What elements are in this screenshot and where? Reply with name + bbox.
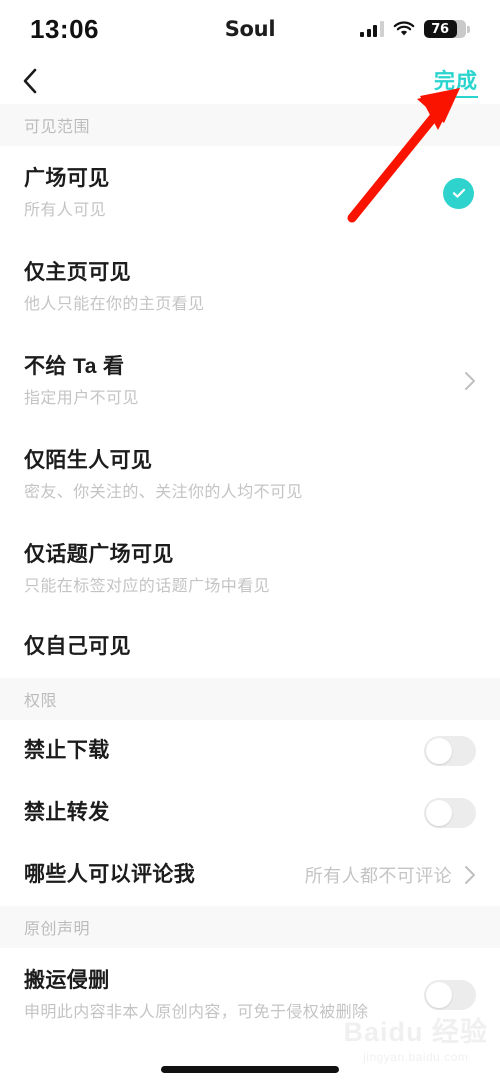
list-item-description: 申明此内容非本人原创内容，可免于侵权被删除 <box>24 1004 369 1022</box>
section-list: 禁止下载禁止转发哪些人可以评论我 所有人都不可评论 <box>0 720 500 906</box>
list-item-texts: 仅话题广场可见只能在标签对应的话题广场中看见 <box>24 542 476 596</box>
list-item[interactable]: 仅自己可见 <box>0 616 500 678</box>
list-item-title: 仅话题广场可见 <box>24 542 174 566</box>
toggle-switch[interactable] <box>424 980 476 1010</box>
list-item-title: 仅陌生人可见 <box>24 448 153 472</box>
list-item-texts: 仅自己可见 <box>24 634 476 660</box>
list-item[interactable]: 禁止转发 <box>0 782 500 844</box>
list-item-description: 所有人可见 <box>24 202 107 220</box>
list-item[interactable]: 仅话题广场可见只能在标签对应的话题广场中看见 <box>0 522 500 616</box>
list-item[interactable]: 广场可见 所有人可见 <box>0 146 500 240</box>
section-header: 可见范围 <box>0 104 500 146</box>
list-item-texts: 禁止转发 <box>24 800 424 826</box>
list-item-texts: 仅陌生人可见密友、你关注的、关注你的人均不可见 <box>24 448 476 502</box>
settings-content: 可见范围广场可见所有人可见仅主页可见他人只能在你的主页看见不给 Ta 看指定用户… <box>0 104 500 1042</box>
list-item-title: 禁止转发 <box>24 800 110 824</box>
battery-icon: 76 <box>423 20 470 38</box>
list-item-texts: 搬运侵删申明此内容非本人原创内容，可免于侵权被删除 <box>24 968 424 1022</box>
list-item-value: 所有人都不可评论 <box>304 866 452 886</box>
list-item-texts: 广场可见 所有人可见 <box>24 166 443 220</box>
list-item[interactable]: 禁止下载 <box>0 720 500 782</box>
list-item-title: 仅自己可见 <box>24 634 131 658</box>
list-item[interactable]: 搬运侵删申明此内容非本人原创内容，可免于侵权被删除 <box>0 948 500 1042</box>
list-item-description: 只能在标签对应的话题广场中看见 <box>24 578 271 596</box>
list-item[interactable]: 仅陌生人可见密友、你关注的、关注你的人均不可见 <box>0 428 500 522</box>
navigation-bar: 完成 <box>0 58 500 104</box>
list-item-description: 密友、你关注的、关注你的人均不可见 <box>24 484 303 502</box>
section-header: 原创声明 <box>0 906 500 948</box>
home-indicator <box>161 1066 339 1073</box>
list-item-title: 广场可见 <box>24 166 110 190</box>
list-item-title: 搬运侵删 <box>24 968 110 992</box>
section-header: 权限 <box>0 678 500 720</box>
chevron-right-icon[interactable] <box>464 371 476 391</box>
list-item-texts: 禁止下载 <box>24 738 424 764</box>
toggle-switch[interactable] <box>424 798 476 828</box>
battery-percent: 76 <box>431 21 449 37</box>
watermark-sub: jingyan.baidu.com <box>363 1050 469 1064</box>
list-item-title: 仅主页可见 <box>24 260 131 284</box>
toggle-knob <box>426 738 452 764</box>
list-item-description: 指定用户不可见 <box>24 390 139 408</box>
check-icon[interactable] <box>443 177 474 209</box>
list-item-title: 禁止下载 <box>24 738 110 762</box>
toggle-knob <box>426 800 452 826</box>
list-item-description: 他人只能在你的主页看见 <box>24 296 205 314</box>
section-list: 广场可见 所有人可见 仅主页可见 他人只能在你的主页看见 不给 Ta 看指定用户不可见仅… <box>0 146 500 678</box>
list-item[interactable]: 不给 Ta 看指定用户不可见 <box>0 334 500 428</box>
list-item-texts: 不给 Ta 看指定用户不可见 <box>24 354 464 408</box>
toggle-switch[interactable] <box>424 736 476 766</box>
list-item-title: 哪些人可以评论我 <box>24 862 196 886</box>
list-item-texts: 仅主页可见他人只能在你的主页看见 <box>24 260 476 314</box>
phone-screen: 13:06 Soul 76 完成 可见范围 广场可见 所有人可见 仅主页可见 他… <box>0 0 500 1082</box>
section-list: 搬运侵删申明此内容非本人原创内容，可免于侵权被删除 <box>0 948 500 1042</box>
list-item-texts: 哪些人可以评论我 <box>24 862 305 888</box>
status-bar: 13:06 Soul 76 <box>0 0 500 58</box>
list-item[interactable]: 哪些人可以评论我 所有人都不可评论 <box>0 844 500 906</box>
toggle-knob <box>426 982 452 1008</box>
chevron-right-icon[interactable] <box>464 865 476 885</box>
chevron-left-icon <box>23 68 37 94</box>
list-item[interactable]: 仅主页可见他人只能在你的主页看见 <box>0 240 500 334</box>
list-item-title: 不给 Ta 看 <box>24 354 125 378</box>
back-button[interactable] <box>22 66 52 96</box>
done-button[interactable]: 完成 <box>434 65 478 98</box>
wifi-icon <box>393 21 415 37</box>
